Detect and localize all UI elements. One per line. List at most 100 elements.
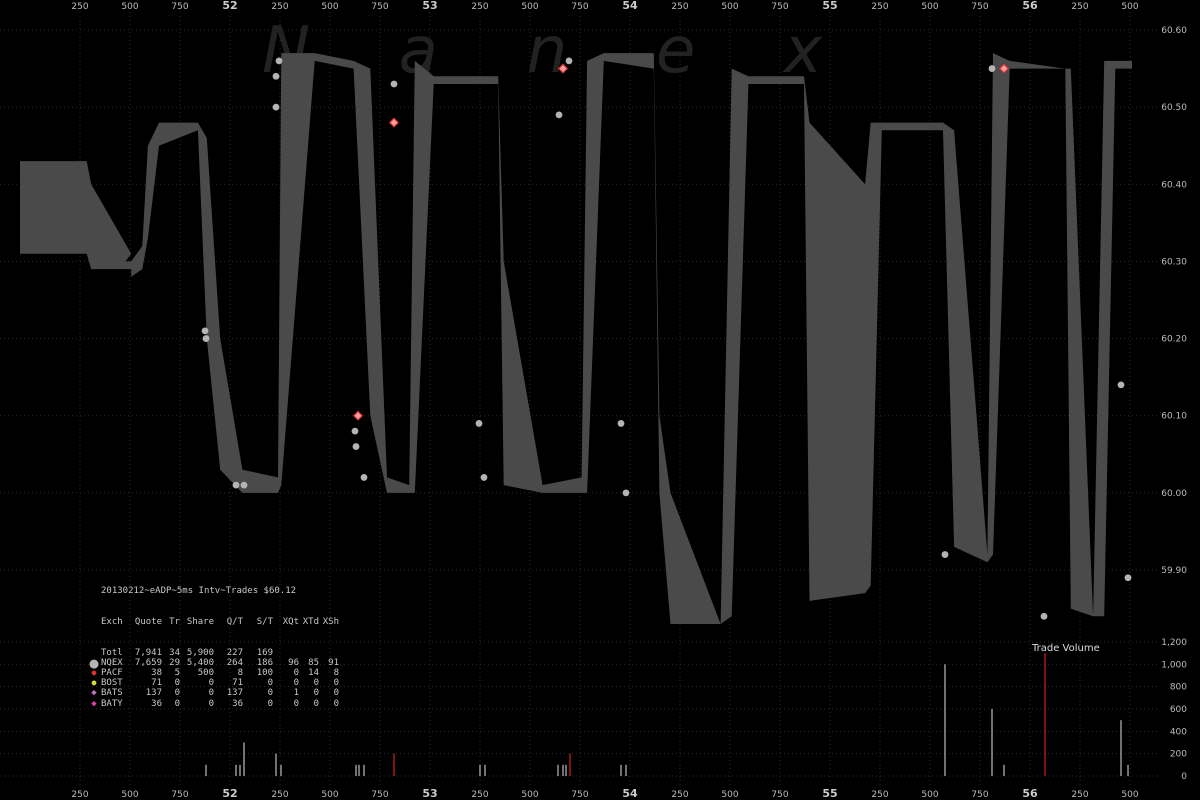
stats-cell: 0 [174,688,180,699]
stats-row: ◆ BATY 36 0 0 36 0 0 0 0 [88,699,339,709]
stats-cell: 96 [288,657,299,668]
stats-cell: BATS [101,688,123,699]
stats-cell: 36 [232,698,243,709]
volume-tick-label: 1,000 [1161,660,1187,670]
y-axis-price: 60.60 60.50 60.40 60.30 60.20 60.10 60.00 59.90 [1161,26,1187,576]
stats-header-cell: XTd [302,617,319,627]
x-tick-major-label: 55 [822,0,837,12]
x-tick-major-label: 56 [1022,787,1038,800]
stats-header-cell: Quote [134,617,162,627]
trade-marker-nqex [272,103,280,111]
stats-cell: 5 [174,667,180,678]
x-tick-major-label: 53 [422,787,437,800]
stats-row: ● NQEX 7,659 29 5,400 264 186 96 85 91 [88,655,339,670]
stats-header-cell: Share [186,617,214,627]
x-tick-label: 750 [971,790,988,800]
x-tick-label: 750 [371,2,388,12]
stats-cell: 137 [226,688,243,699]
x-tick-major-label: 52 [222,0,237,12]
x-tick-label: 250 [871,790,888,800]
x-tick-label: 250 [271,790,288,800]
stats-title: 20130212~eADP~5ms Intv~Trades $60.12 [101,586,297,597]
price-tick-label: 59.90 [1161,566,1187,576]
x-tick-label: 250 [471,2,488,12]
stats-cell: 169 [256,647,273,658]
trade-marker-nqex [480,474,488,481]
stats-cell: 500 [197,667,214,678]
stats-cell: Totl [101,647,123,658]
stats-cell: 14 [308,667,319,678]
stats-cell: 137 [145,688,162,699]
price-tick-label: 60.30 [1161,257,1187,267]
trade-marker-nqex [617,420,625,427]
stats-cell: 0 [333,678,339,689]
trade-marker-nqex [202,335,210,342]
x-tick-label: 500 [321,790,338,800]
stats-cell: 0 [174,678,180,689]
x-tick-label: 500 [921,2,938,12]
stats-table: 20130212~eADP~5ms Intv~Trades $60.12 Exc… [88,566,339,719]
stats-row: ● BOST 71 0 0 71 0 0 0 0 [88,678,339,688]
trade-marker-pacf [388,117,400,128]
x-tick-label: 250 [1071,2,1088,12]
stats-cell: 0 [267,698,273,709]
stats-cell: NQEX [101,657,123,668]
x-tick-label: 500 [521,790,538,800]
x-tick-major-label: 53 [422,0,437,12]
stats-cell: 227 [226,647,243,658]
volume-bars [205,653,1129,776]
stats-cell: 29 [169,657,180,668]
stats-cell: 0 [333,698,339,709]
stats-cell: 0 [208,698,214,709]
x-tick-label: 250 [1071,790,1088,800]
x-tick-label: 250 [671,2,688,12]
trade-marker-nqex [240,481,248,489]
pacf-legend-marker: ● [91,667,97,677]
x-tick-major-label: 54 [622,787,638,800]
bost-legend-marker: ● [91,678,97,688]
x-axis-bottom: 250 500 750 52 250 500 750 53 250 500 750 54 250 500 7… [71,787,1138,800]
x-tick-major-label: 54 [622,0,638,12]
y-axis-volume: 1,200 1,000 800 600 400 200 0 [1161,638,1187,782]
x-tick-major-label: 56 [1022,0,1038,12]
price-tick-label: 60.50 [1161,103,1187,113]
stats-cell: 0 [333,688,339,699]
x-tick-label: 750 [771,790,788,800]
x-tick-label: 250 [871,2,888,12]
stats-cell: 100 [256,667,273,678]
stats-header-cell: XQt [282,617,299,627]
stats-cell: BATY [101,698,123,709]
stats-cell: BOST [101,678,123,689]
stats-cell: 0 [313,678,319,689]
stats-cell: 0 [313,698,319,709]
x-tick-label: 250 [271,2,288,12]
x-tick-label: 500 [1121,790,1138,800]
volume-tick-label: 0 [1181,772,1187,782]
x-tick-label: 250 [71,790,88,800]
price-tick-label: 60.10 [1161,412,1187,422]
stats-cell: 7,659 [134,657,162,668]
stats-header: Exch Quote Tr Share Q/T S/T XQt XTd XSh [88,617,339,627]
x-tick-label: 500 [921,790,938,800]
x-tick-label: 250 [671,790,688,800]
trade-marker-nqex [272,72,280,80]
stats-cell: 8 [333,667,339,678]
stats-cell: 0 [267,688,273,699]
x-tick-label: 500 [321,2,338,12]
stats-cell: 36 [151,698,162,709]
stats-cell: 0 [293,667,299,678]
stats-cell: 0 [293,678,299,689]
volume-tick-label: 1,200 [1161,638,1187,648]
stats-row: ● PACF 38 5 500 8 100 0 14 8 [88,668,339,678]
bats-legend-marker: ◆ [91,688,97,699]
x-tick-label: 500 [721,2,738,12]
x-tick-label: 750 [971,2,988,12]
x-tick-label: 750 [171,2,188,12]
price-tick-label: 60.40 [1161,180,1187,190]
stats-row: ◆ BATS 137 0 0 137 0 1 0 0 [88,688,339,698]
trade-marker-nqex [390,80,398,88]
stats-cell: 1 [293,688,299,699]
stats-cell: 186 [256,657,273,668]
price-tick-label: 60.60 [1161,26,1187,36]
x-tick-major-label: 55 [822,787,837,800]
